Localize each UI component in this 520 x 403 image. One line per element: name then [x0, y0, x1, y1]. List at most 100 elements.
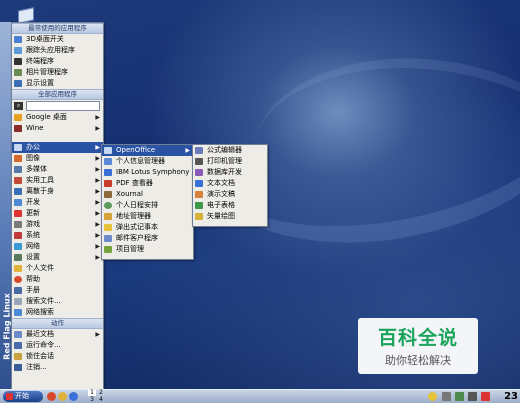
menu-item-multimedia[interactable]: 多媒体 ▶ — [12, 164, 103, 175]
menu-side-banner: Red Flag Linux — [0, 22, 12, 389]
start-label: 开始 — [15, 392, 29, 400]
fav-item-display[interactable]: 显示设置 — [12, 78, 103, 89]
clock[interactable]: 23 — [504, 390, 518, 403]
office-launcher-icon[interactable] — [69, 392, 78, 401]
tray-network-icon[interactable] — [442, 392, 451, 401]
display-icon — [14, 80, 22, 87]
all-apps-header: 全部应用程序 — [12, 89, 103, 100]
writer-icon — [195, 180, 203, 187]
office-item-address-book[interactable]: 地址管理器 — [102, 211, 193, 222]
menu-item-google-desktop[interactable]: Google 桌面 ▶ — [12, 112, 103, 123]
menu-item-development[interactable]: 开发 ▶ — [12, 197, 103, 208]
menu-item-accessibility[interactable]: 离散于身 ▶ — [12, 186, 103, 197]
menu-item-logout[interactable]: 注销... — [12, 362, 103, 373]
oo-item-presentation[interactable]: 演示文稿 — [193, 189, 267, 200]
menu-item-web-search[interactable]: 网络搜索 — [12, 307, 103, 318]
menu-item-utilities[interactable]: 实用工具 ▶ — [12, 175, 103, 186]
home-folder-icon[interactable] — [58, 392, 67, 401]
fav-item-terminal[interactable]: 终端程序 — [12, 56, 103, 67]
menu-item-graphics[interactable]: 图像 ▶ — [12, 153, 103, 164]
menu-item-system[interactable]: 系统 ▶ — [12, 230, 103, 241]
oo-item-spreadsheet[interactable]: 电子表格 — [193, 200, 267, 211]
office-item-pdf-viewer[interactable]: PDF 查看器 — [102, 178, 193, 189]
oo-item-drawing[interactable]: 矢量绘图 — [193, 211, 267, 222]
wine-icon — [14, 125, 22, 132]
fav-item-photo[interactable]: 相片管理程序 — [12, 67, 103, 78]
oo-item-printer-admin[interactable]: 打印机管理 — [193, 156, 267, 167]
menu-item-wine[interactable]: Wine ▶ — [12, 123, 103, 134]
menu-item-help[interactable]: 帮助 — [12, 274, 103, 285]
office-item-xournal[interactable]: Xournal — [102, 189, 193, 200]
search-files-icon — [14, 298, 22, 305]
menu-item-manual[interactable]: 手册 — [12, 285, 103, 296]
app-icon — [14, 47, 22, 54]
photo-icon — [14, 69, 22, 76]
fav-item-tracker[interactable]: 跟踪头应用程序 — [12, 45, 103, 56]
notes-icon — [104, 224, 112, 231]
openoffice-submenu: 公式编辑器 打印机管理 数据库开发 文本文档 演示文稿 电子表格 矢量绘图 — [192, 144, 268, 227]
update-icon — [14, 210, 22, 217]
menu-item-lock-session[interactable]: 锁住会话 — [12, 351, 103, 362]
database-icon — [195, 169, 203, 176]
project-icon — [104, 246, 112, 253]
search-input[interactable] — [26, 101, 100, 111]
menu-item-games[interactable]: 游戏 ▶ — [12, 219, 103, 230]
fav-item-3d-toggle[interactable]: 3D桌面开关 — [12, 34, 103, 45]
impress-icon — [195, 191, 203, 198]
search-icon: ⌕ — [14, 102, 23, 110]
office-item-mail-client[interactable]: 邮件客户程序 — [102, 233, 193, 244]
office-submenu: OpenOffice ▶ 个人信息管理器 IBM Lotus Symphony P… — [101, 144, 194, 260]
menu-item-network[interactable]: 网络 ▶ — [12, 241, 103, 252]
cube-icon — [14, 36, 22, 43]
utilities-icon — [14, 177, 22, 184]
office-item-popup-notes[interactable]: 弹出式记事本 — [102, 222, 193, 233]
manual-icon — [14, 287, 22, 294]
watermark: 百科全说 助你轻松解决 — [358, 318, 478, 374]
multimedia-icon — [14, 166, 22, 173]
pager-desktop-3[interactable]: 3 — [88, 397, 96, 403]
menu-item-home-files[interactable]: 个人文件 — [12, 263, 103, 274]
symphony-icon — [104, 169, 112, 176]
desktop-book-icon[interactable] — [16, 6, 36, 24]
pager-desktop-4[interactable]: 4 — [97, 397, 105, 403]
office-item-lotus-symphony[interactable]: IBM Lotus Symphony — [102, 167, 193, 178]
calc-icon — [195, 202, 203, 209]
firefox-icon[interactable] — [47, 392, 56, 401]
desktop-pager: 1 2 3 4 — [88, 390, 106, 403]
tray-keyboard-icon[interactable] — [481, 392, 490, 401]
tray-weather-icon[interactable] — [428, 392, 437, 401]
menu-item-settings[interactable]: 设置 ▶ — [12, 252, 103, 263]
watermark-subtitle: 助你轻松解决 — [385, 354, 451, 367]
oo-item-database[interactable]: 数据库开发 — [193, 167, 267, 178]
settings-icon — [14, 254, 22, 261]
red-flag-icon — [6, 393, 13, 400]
lock-icon — [14, 353, 22, 360]
web-search-icon — [14, 309, 22, 316]
terminal-icon — [14, 58, 22, 65]
menu-item-recent-docs[interactable]: 最近文档 ▶ — [12, 329, 103, 340]
actions-header: 动作 — [12, 318, 103, 329]
address-book-icon — [104, 213, 112, 220]
development-icon — [14, 199, 22, 206]
start-button[interactable]: 开始 — [3, 391, 43, 402]
oo-item-formula[interactable]: 公式编辑器 — [193, 145, 267, 156]
office-icon — [14, 144, 22, 151]
office-item-scheduler[interactable]: 个人日程安排 — [102, 200, 193, 211]
office-item-project-mgmt[interactable]: 项目管理 — [102, 244, 193, 255]
menu-item-office[interactable]: 办公 ▶ — [12, 142, 103, 153]
tray-update-icon[interactable] — [455, 392, 464, 401]
office-item-pim[interactable]: 个人信息管理器 — [102, 156, 193, 167]
office-item-openoffice[interactable]: OpenOffice ▶ — [102, 145, 193, 156]
oo-item-text-document[interactable]: 文本文档 — [193, 178, 267, 189]
menu-item-search-files[interactable]: 搜索文件... — [12, 296, 103, 307]
taskbar: 开始 1 2 3 4 23 — [0, 389, 520, 403]
recent-docs-icon — [14, 331, 22, 338]
xournal-icon — [104, 191, 112, 198]
menu-item-update[interactable]: 更新 ▶ — [12, 208, 103, 219]
formula-icon — [195, 147, 203, 154]
openoffice-icon — [104, 147, 112, 154]
tray-volume-icon[interactable] — [468, 392, 477, 401]
menu-item-run-command[interactable]: 运行命令... — [12, 340, 103, 351]
printer-icon — [195, 158, 203, 165]
accessibility-icon — [14, 188, 22, 195]
